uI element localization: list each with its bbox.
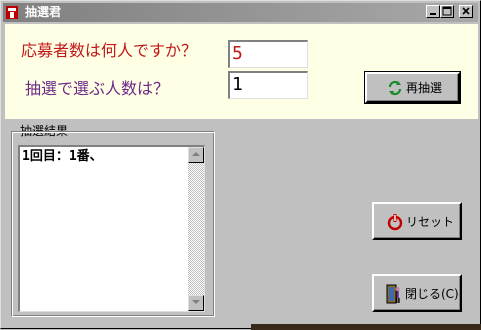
reset-button[interactable]: リセット	[372, 202, 462, 240]
maximize-button[interactable]	[440, 5, 454, 18]
close-button[interactable]: 閉じる(C)	[372, 274, 462, 312]
background-strip	[251, 324, 481, 330]
winners-label: 抽選で選ぶ人数は？	[25, 79, 170, 98]
app-lottery-icon[interactable]	[5, 5, 19, 20]
window-title: 抽選君	[25, 5, 62, 19]
scroll-up-button[interactable]	[188, 147, 204, 163]
close-icon	[462, 7, 470, 15]
redraw-label: 再抽選	[406, 81, 443, 95]
maximize-icon	[442, 6, 452, 16]
redraw-button[interactable]: 再抽選	[364, 71, 461, 104]
applicants-label: 応募者数は何人ですか？	[21, 41, 198, 60]
reset-icon	[386, 213, 404, 234]
results-scrollbar[interactable]	[188, 147, 204, 311]
minimize-icon	[430, 13, 436, 15]
results-textarea[interactable]: 1回目：1番、	[18, 145, 205, 312]
refresh-icon	[387, 80, 403, 99]
title-bar[interactable]: 抽選君	[3, 3, 478, 22]
minimize-button[interactable]	[426, 5, 440, 18]
main-window: 抽選君 応募者数は何人ですか？ 5 抽選で選ぶ人数は？ 1 再抽選 抽選結果 1…	[0, 0, 481, 330]
close-label: 閉じる(C)	[405, 287, 459, 301]
door-exit-icon	[385, 284, 403, 307]
close-window-button[interactable]	[459, 5, 473, 18]
arrow-down-icon	[192, 300, 200, 304]
arrow-up-icon	[192, 152, 200, 156]
scroll-down-button[interactable]	[188, 295, 204, 311]
winners-input[interactable]: 1	[228, 71, 308, 99]
applicants-input[interactable]: 5	[228, 40, 308, 68]
results-text: 1回目：1番、	[22, 149, 103, 164]
reset-label: リセット	[406, 215, 455, 229]
